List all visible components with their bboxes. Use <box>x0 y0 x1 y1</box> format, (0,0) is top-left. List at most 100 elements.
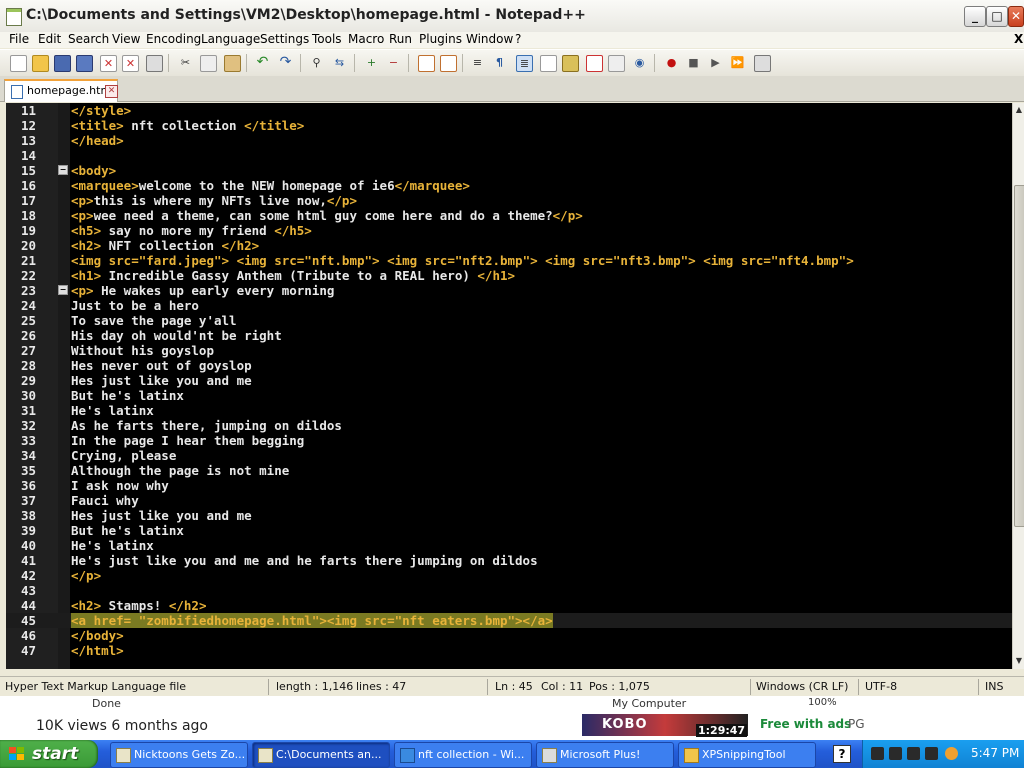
code-line[interactable]: 39 But he's latinx <box>6 523 1012 538</box>
zoom-in-icon[interactable]: + <box>364 55 379 70</box>
code-line[interactable]: 38 Hes just like you and me <box>6 508 1012 523</box>
undo-icon[interactable]: ↶ <box>255 55 270 70</box>
indent-guide-icon[interactable]: ≣ <box>516 55 533 72</box>
redo-icon[interactable]: ↷ <box>278 55 293 70</box>
menu-plugins[interactable]: Plugins <box>419 32 462 46</box>
code-line[interactable]: 12 <title> nft collection </title> <box>6 118 1012 133</box>
menu-file[interactable]: File <box>9 32 29 46</box>
code-line[interactable]: 43 <box>6 583 1012 598</box>
code-line[interactable]: 36 I ask now why <box>6 478 1012 493</box>
tray-icon[interactable] <box>889 747 902 760</box>
code-line[interactable]: 45 <a href= "zombifiedhomepage.html"><img… <box>6 613 1012 628</box>
tray-icon[interactable] <box>871 747 884 760</box>
code-line[interactable]: 32 As he farts there, jumping on dildos <box>6 418 1012 433</box>
copy-icon[interactable] <box>200 55 217 72</box>
fold-toggle-icon[interactable]: − <box>58 285 68 295</box>
show-all-characters-icon[interactable]: ¶ <box>492 55 507 70</box>
code-line[interactable]: 41 He's just like you and me and he farts… <box>6 553 1012 568</box>
taskbar-item-notepadpp[interactable]: C:\Documents an... <box>252 742 390 768</box>
menu-window[interactable]: Window <box>466 32 513 46</box>
language-icon[interactable] <box>540 55 557 72</box>
folder-as-workspace-icon[interactable] <box>608 55 625 72</box>
function-list-icon[interactable] <box>562 55 579 72</box>
help-icon[interactable]: ? <box>833 745 851 763</box>
code-line[interactable]: 17 <p>this is where my NFTs live now,</p> <box>6 193 1012 208</box>
fold-toggle-icon[interactable]: − <box>58 165 68 175</box>
cut-icon[interactable]: ✂ <box>178 55 193 70</box>
sync-horizontal-icon[interactable] <box>440 55 457 72</box>
start-button[interactable]: start <box>0 740 98 768</box>
code-line[interactable]: 44 <h2> Stamps! </h2> <box>6 598 1012 613</box>
print-icon[interactable] <box>146 55 163 72</box>
stop-macro-icon[interactable]: ■ <box>686 55 701 70</box>
menu-tools[interactable]: Tools <box>312 32 342 46</box>
code-line[interactable]: 30 But he's latinx <box>6 388 1012 403</box>
code-editor[interactable]: 11 </style> 12 <title> nft collection </tit… <box>6 103 1012 669</box>
scroll-up-icon[interactable]: ▲ <box>1014 104 1024 116</box>
menu-edit[interactable]: Edit <box>38 32 61 46</box>
vertical-scrollbar[interactable]: ▲ ▼ <box>1012 103 1024 669</box>
paste-icon[interactable] <box>224 55 241 72</box>
code-line[interactable]: 25 To save the page y'all <box>6 313 1012 328</box>
taskbar-item-snipping-tool[interactable]: XPSnippingTool <box>678 742 816 768</box>
code-line[interactable]: 34 Crying, please <box>6 448 1012 463</box>
tray-icon[interactable] <box>925 747 938 760</box>
code-line[interactable]: 33 In the page I hear them begging <box>6 433 1012 448</box>
code-line[interactable]: 47 </html> <box>6 643 1012 658</box>
close-all-icon[interactable]: ✕ <box>122 55 139 72</box>
maximize-button[interactable]: □ <box>986 6 1008 27</box>
find-icon[interactable]: ⚲ <box>309 55 324 70</box>
code-line[interactable]: 29 Hes just like you and me <box>6 373 1012 388</box>
code-line[interactable]: 21 <img src="fard.jpeg"> <img src="nft.bm… <box>6 253 1012 268</box>
minimize-button[interactable]: _ <box>964 6 986 27</box>
taskbar-item-microsoft-plus[interactable]: Microsoft Plus! <box>536 742 674 768</box>
code-line[interactable]: 28 Hes never out of goyslop <box>6 358 1012 373</box>
code-line[interactable]: 20 <h2> NFT collection </h2> <box>6 238 1012 253</box>
code-line[interactable]: 13 </head> <box>6 133 1012 148</box>
code-line[interactable]: 46 </body> <box>6 628 1012 643</box>
close-button[interactable]: ✕ <box>1008 6 1024 27</box>
tab-close-icon[interactable]: ✕ <box>105 85 118 98</box>
zoom-out-icon[interactable]: − <box>386 55 401 70</box>
tab-homepage-html[interactable]: homepage.html ✕ <box>4 79 118 102</box>
play-macro-icon[interactable]: ▶ <box>708 55 723 70</box>
menu-help[interactable]: ? <box>515 32 521 46</box>
close-file-icon[interactable]: ✕ <box>100 55 117 72</box>
save-macro-icon[interactable] <box>754 55 771 72</box>
menu-search[interactable]: Search <box>68 32 109 46</box>
scrollbar-thumb[interactable] <box>1014 185 1024 527</box>
monitoring-icon[interactable]: ◉ <box>632 55 647 70</box>
code-line[interactable]: 37 Fauci why <box>6 493 1012 508</box>
code-line[interactable]: 26 His day oh would'nt be right <box>6 328 1012 343</box>
menu-run[interactable]: Run <box>389 32 412 46</box>
taskbar-item-nicktoons[interactable]: Nicktoons Gets Zo... <box>110 742 248 768</box>
code-line[interactable]: 16 <marquee>welcome to the NEW homepage o… <box>6 178 1012 193</box>
new-file-icon[interactable] <box>10 55 27 72</box>
sync-vertical-icon[interactable] <box>418 55 435 72</box>
menu-language[interactable]: Language <box>201 32 260 46</box>
code-line[interactable]: 42 </p> <box>6 568 1012 583</box>
code-line[interactable]: 14 <box>6 148 1012 163</box>
open-folder-icon[interactable] <box>32 55 49 72</box>
code-line[interactable]: 19 <h5> say no more my friend </h5> <box>6 223 1012 238</box>
document-map-icon[interactable] <box>586 55 603 72</box>
menu-close-doc[interactable]: X <box>1014 32 1023 46</box>
search-icon[interactable] <box>945 747 958 760</box>
save-icon[interactable] <box>54 55 71 72</box>
taskbar-item-internet-explorer[interactable]: nft collection - Wi... <box>394 742 532 768</box>
tray-icon[interactable] <box>907 747 920 760</box>
code-line[interactable]: 15 − <body> <box>6 163 1012 178</box>
code-line[interactable]: 23 − <p> He wakes up early every morning <box>6 283 1012 298</box>
scroll-down-icon[interactable]: ▼ <box>1014 655 1024 667</box>
code-line[interactable]: 27 Without his goyslop <box>6 343 1012 358</box>
code-line[interactable]: 40 He's latinx <box>6 538 1012 553</box>
menu-encoding[interactable]: Encoding <box>146 32 201 46</box>
replace-icon[interactable]: ⇆ <box>332 55 347 70</box>
code-line[interactable]: 11 </style> <box>6 103 1012 118</box>
menu-view[interactable]: View <box>112 32 140 46</box>
save-all-icon[interactable] <box>76 55 93 72</box>
code-line[interactable]: 22 <h1> Incredible Gassy Anthem (Tribute … <box>6 268 1012 283</box>
code-line[interactable]: 35 Although the page is not mine <box>6 463 1012 478</box>
record-macro-icon[interactable]: ● <box>664 55 679 70</box>
menu-settings[interactable]: Settings <box>260 32 309 46</box>
